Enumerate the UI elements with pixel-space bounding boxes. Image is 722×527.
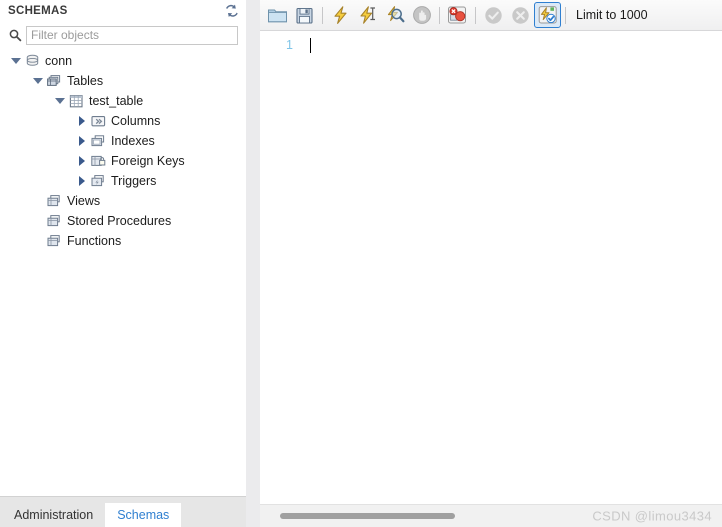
schema-tree[interactable]: conn Tables test_table Columns Indexes Foreig… (0, 48, 246, 496)
stop-on-error-icon (447, 5, 468, 25)
views-icon (45, 192, 63, 210)
autocommit-icon (538, 5, 558, 25)
tree-item-columns[interactable]: Columns (0, 111, 246, 131)
tree-item-views[interactable]: Views (0, 191, 246, 211)
tree-item-label: Functions (67, 234, 122, 248)
tab-administration[interactable]: Administration (2, 503, 106, 527)
tree-item-functions[interactable]: Functions (0, 231, 246, 251)
save-sql-script-button[interactable] (291, 2, 318, 28)
toggle-stop-on-error-button[interactable] (444, 2, 471, 28)
tab-schemas[interactable]: Schemas (105, 503, 182, 527)
tree-item-indexes[interactable]: Indexes (0, 131, 246, 151)
indexes-icon (89, 132, 107, 150)
procedures-icon (45, 212, 63, 230)
stop-execution-button[interactable] (408, 2, 435, 28)
toolbar-separator (565, 6, 566, 24)
save-floppy-icon (295, 6, 314, 25)
mysql-workbench-window: SCHEMAS conn Tables test_table Columns Index… (0, 0, 722, 527)
tree-item-stored-procedures[interactable]: Stored Procedures (0, 211, 246, 231)
tree-item-conn[interactable]: conn (0, 51, 246, 71)
rollback-button[interactable] (507, 2, 534, 28)
chevron-right-icon[interactable] (75, 111, 89, 131)
x-circle-icon (511, 6, 530, 25)
text-caret (310, 38, 311, 53)
chevron-down-icon[interactable] (9, 51, 23, 71)
refresh-icon[interactable] (224, 3, 240, 19)
tree-item-label: Stored Procedures (67, 214, 172, 228)
horizontal-scrollbar[interactable]: CSDN @limou3434 (260, 504, 722, 527)
open-sql-script-button[interactable] (264, 2, 291, 28)
table-grid-icon (67, 92, 85, 110)
tables-icon (45, 72, 63, 90)
panel-splitter[interactable] (246, 0, 260, 527)
toggle-autocommit-button[interactable] (534, 2, 561, 28)
commit-button[interactable] (480, 2, 507, 28)
tree-item-test-table[interactable]: test_table (0, 91, 246, 111)
tree-item-label: test_table (89, 94, 144, 108)
functions-icon (45, 232, 63, 250)
tree-item-label: Indexes (111, 134, 155, 148)
tree-item-foreign-keys[interactable]: Foreign Keys (0, 151, 246, 171)
explain-statement-button[interactable] (381, 2, 408, 28)
toolbar-separator (475, 6, 476, 24)
tree-item-label: Views (67, 194, 101, 208)
sql-editor-panel: Limit to 1000 1 CSDN @limou3434 (260, 0, 722, 527)
chevron-right-icon[interactable] (75, 171, 89, 191)
magnifier-lightning-icon (385, 5, 405, 25)
search-input[interactable] (26, 25, 238, 45)
chevron-down-icon[interactable] (31, 71, 45, 91)
filter-row (0, 22, 246, 48)
tree-item-label: Foreign Keys (111, 154, 185, 168)
chevron-down-icon[interactable] (53, 91, 67, 111)
stop-hand-icon (412, 5, 432, 25)
toolbar-separator (439, 6, 440, 24)
schemas-panel-header: SCHEMAS (0, 0, 246, 22)
foreign-keys-icon (89, 152, 107, 170)
tree-item-label: Triggers (111, 174, 157, 188)
search-icon (6, 26, 24, 44)
tree-item-tables[interactable]: Tables (0, 71, 246, 91)
check-circle-icon (484, 6, 503, 25)
tree-item-triggers[interactable]: Triggers (0, 171, 246, 191)
schemas-panel: SCHEMAS conn Tables test_table Columns Index… (0, 0, 246, 527)
toolbar-separator (322, 6, 323, 24)
sql-editor-area[interactable]: 1 (260, 31, 722, 504)
tree-item-label: Tables (67, 74, 104, 88)
columns-icon (89, 112, 107, 130)
tree-item-label: Columns (111, 114, 161, 128)
execute-current-statement-button[interactable] (354, 2, 381, 28)
line-number: 1 (286, 38, 293, 52)
tree-item-label: conn (45, 54, 73, 68)
database-icon (23, 52, 41, 70)
sql-editor-toolbar: Limit to 1000 (260, 0, 722, 31)
watermark-text: CSDN @limou3434 (592, 508, 712, 524)
lightning-icon (331, 5, 351, 25)
chevron-right-icon[interactable] (75, 131, 89, 151)
triggers-icon (89, 172, 107, 190)
page-title: SCHEMAS (8, 5, 68, 17)
execute-statement-button[interactable] (327, 2, 354, 28)
scrollbar-thumb[interactable] (280, 513, 455, 519)
row-limit-selector[interactable]: Limit to 1000 (576, 8, 652, 22)
chevron-right-icon[interactable] (75, 151, 89, 171)
folder-icon (267, 6, 288, 25)
lightning-cursor-icon (358, 5, 378, 25)
bottom-tab-bar: Administration Schemas (0, 496, 246, 527)
